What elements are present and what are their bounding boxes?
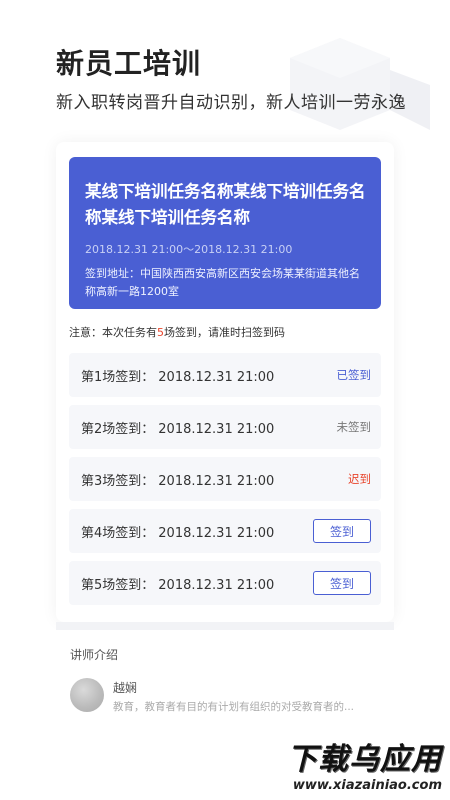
checkin-row: 第1场签到： 2018.12.31 21:00 已签到 (69, 353, 381, 397)
session-label: 第4场签到： (81, 525, 155, 541)
watermark-url: www.xiazainiao.com (292, 777, 442, 793)
site-watermark: 下载乌应用 www.xiazainiao.com (256, 730, 442, 796)
session-time: 2018.12.31 21:00 (158, 421, 275, 437)
checkin-button[interactable]: 签到 (313, 519, 371, 543)
teacher-heading: 讲师介绍 (70, 648, 119, 662)
status-badge: 已签到 (336, 368, 372, 382)
notice-prefix: 注意：本次任务有 (69, 326, 157, 339)
checkin-row: 第2场签到： 2018.12.31 21:00 未签到 (69, 405, 381, 449)
status-badge: 迟到 (348, 472, 371, 486)
page-subtitle: 新入职转岗晋升自动识别，新人培训一劳永逸 (56, 93, 406, 113)
training-task-card: 某线下培训任务名称某线下培训任务名称某线下培训任务名称 2018.12.31 2… (56, 142, 394, 622)
checkin-row: 第5场签到： 2018.12.31 21:00 签到 (69, 561, 381, 605)
checkin-session-list: 第1场签到： 2018.12.31 21:00 已签到 第2场签到： 2018.12… (69, 353, 381, 613)
teacher-name: 越娴 (113, 681, 138, 695)
teacher-section: 讲师介绍 越娴 教育，教育者有目的有计划有组织的对受教育者的... (56, 630, 394, 740)
section-divider (56, 622, 394, 630)
checkin-notice: 注意：本次任务有5场签到，请准时扫签到码 (69, 324, 285, 340)
task-address: 签到地址：中国陕西西安高新区西安会场某某街道其他名称高新一路1200室 (85, 267, 360, 298)
teacher-description: 教育，教育者有目的有计划有组织的对受教育者的... (113, 701, 355, 713)
checkin-row: 第4场签到： 2018.12.31 21:00 签到 (69, 509, 381, 553)
session-info: 第5场签到： 2018.12.31 21:00 (81, 574, 274, 593)
session-label: 第2场签到： (81, 421, 155, 437)
session-info: 第3场签到： 2018.12.31 21:00 (81, 470, 274, 489)
session-time: 2018.12.31 21:00 (158, 369, 275, 385)
task-title: 某线下培训任务名称某线下培训任务名称某线下培训任务名称 (85, 182, 366, 227)
notice-suffix: 场签到，请准时扫签到码 (164, 326, 285, 339)
notice-count: 5 (157, 326, 164, 339)
session-time: 2018.12.31 21:00 (158, 473, 275, 489)
session-time: 2018.12.31 21:00 (158, 577, 275, 593)
task-header-card[interactable]: 某线下培训任务名称某线下培训任务名称某线下培训任务名称 2018.12.31 2… (69, 157, 381, 309)
session-label: 第5场签到： (81, 577, 155, 593)
session-label: 第1场签到： (81, 369, 155, 385)
checkin-button[interactable]: 签到 (313, 571, 371, 595)
session-info: 第4场签到： 2018.12.31 21:00 (81, 522, 274, 541)
checkin-row: 第3场签到： 2018.12.31 21:00 迟到 (69, 457, 381, 501)
status-badge: 未签到 (336, 420, 372, 434)
page-title: 新员工培训 (56, 47, 202, 80)
session-time: 2018.12.31 21:00 (158, 525, 275, 541)
background-cube-decoration (290, 38, 430, 130)
task-time: 2018.12.31 21:00～2018.12.31 21:00 (85, 243, 293, 256)
session-info: 第2场签到： 2018.12.31 21:00 (81, 418, 274, 437)
watermark-title: 下载乌应用 (287, 741, 442, 777)
session-info: 第1场签到： 2018.12.31 21:00 (81, 366, 274, 385)
teacher-avatar[interactable] (70, 678, 104, 712)
session-label: 第3场签到： (81, 473, 155, 489)
